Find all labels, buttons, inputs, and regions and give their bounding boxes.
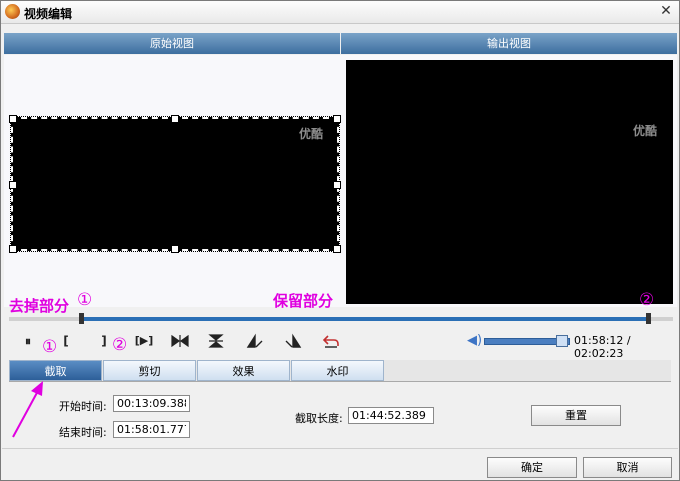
annotation-keep-part: 保留部分 — [273, 292, 334, 310]
ok-button[interactable]: 确定 — [487, 457, 577, 478]
volume-slider-thumb[interactable] — [556, 335, 568, 347]
play-selection-button[interactable]: [▶] — [131, 332, 157, 350]
crop-handle[interactable] — [171, 245, 179, 253]
footer-divider — [2, 448, 678, 449]
original-view-header: 原始视图 — [4, 33, 340, 54]
crop-handle[interactable] — [9, 245, 17, 253]
vertical-fit-icon[interactable] — [208, 334, 224, 348]
crop-handle[interactable] — [333, 115, 341, 123]
crop-handle[interactable] — [333, 181, 341, 189]
cancel-button[interactable]: 取消 — [583, 457, 672, 478]
watermark-text: 优酷 — [633, 124, 658, 138]
crop-handle[interactable] — [9, 181, 17, 189]
mark-in-button[interactable]: [ — [55, 332, 77, 350]
rotate-right-icon[interactable] — [284, 333, 302, 349]
start-time-label: 开始时间: — [59, 400, 107, 413]
crop-handle[interactable] — [333, 245, 341, 253]
preview-area: 优酷 优酷 — [4, 55, 677, 307]
length-label: 截取长度: — [295, 412, 343, 425]
annotation-circle-2: ② — [639, 290, 655, 310]
annotation-circle-2: ② — [112, 335, 128, 355]
window-title: 视频编辑 — [24, 7, 73, 21]
tab-watermark[interactable]: 水印 — [291, 360, 384, 381]
volume-icon[interactable]: ◀) — [467, 333, 482, 348]
jump-to-markers-icon[interactable] — [171, 334, 189, 348]
annotation-arrow — [12, 381, 43, 438]
tab-cut[interactable]: 剪切 — [103, 360, 196, 381]
output-preview: 优酷 — [346, 60, 673, 304]
annotation-circle-1: ① — [77, 290, 93, 310]
original-preview[interactable]: 优酷 — [9, 115, 341, 253]
watermark-text: 优酷 — [299, 127, 324, 141]
tab-effects[interactable]: 效果 — [197, 360, 290, 381]
output-view-header: 输出视图 — [341, 33, 677, 54]
timeline-selection — [81, 317, 649, 321]
app-icon — [5, 4, 20, 19]
timeline-slider[interactable] — [9, 313, 673, 324]
rotate-left-icon[interactable] — [246, 333, 264, 349]
start-marker[interactable] — [79, 313, 84, 324]
start-time-field[interactable] — [113, 395, 190, 412]
annotation-circle-1: ① — [42, 337, 58, 357]
tab-bar: 截取 剪切 效果 水印 — [9, 360, 671, 382]
length-field[interactable] — [348, 407, 434, 424]
end-time-field[interactable] — [113, 421, 190, 438]
end-marker[interactable] — [646, 313, 651, 324]
playback-time: 01:58:12 / 02:02:23 — [574, 334, 631, 360]
title-bar: 视频编辑 ✕ — [1, 1, 679, 24]
close-button[interactable]: ✕ — [657, 3, 675, 20]
pause-button[interactable]: ⏸ — [17, 332, 39, 350]
end-time-label: 结束时间: — [59, 426, 107, 439]
crop-handle[interactable] — [9, 115, 17, 123]
annotation-remove-part: 去掉部分 — [9, 297, 70, 315]
video-edit-window: 视频编辑 ✕ 原始视图 输出视图 优酷 优酷 去掉部分 ① 保留部分 ② ⏸ [… — [0, 0, 680, 481]
undo-icon[interactable] — [322, 333, 340, 349]
crop-handle[interactable] — [171, 115, 179, 123]
reset-button[interactable]: 重置 — [531, 405, 621, 426]
